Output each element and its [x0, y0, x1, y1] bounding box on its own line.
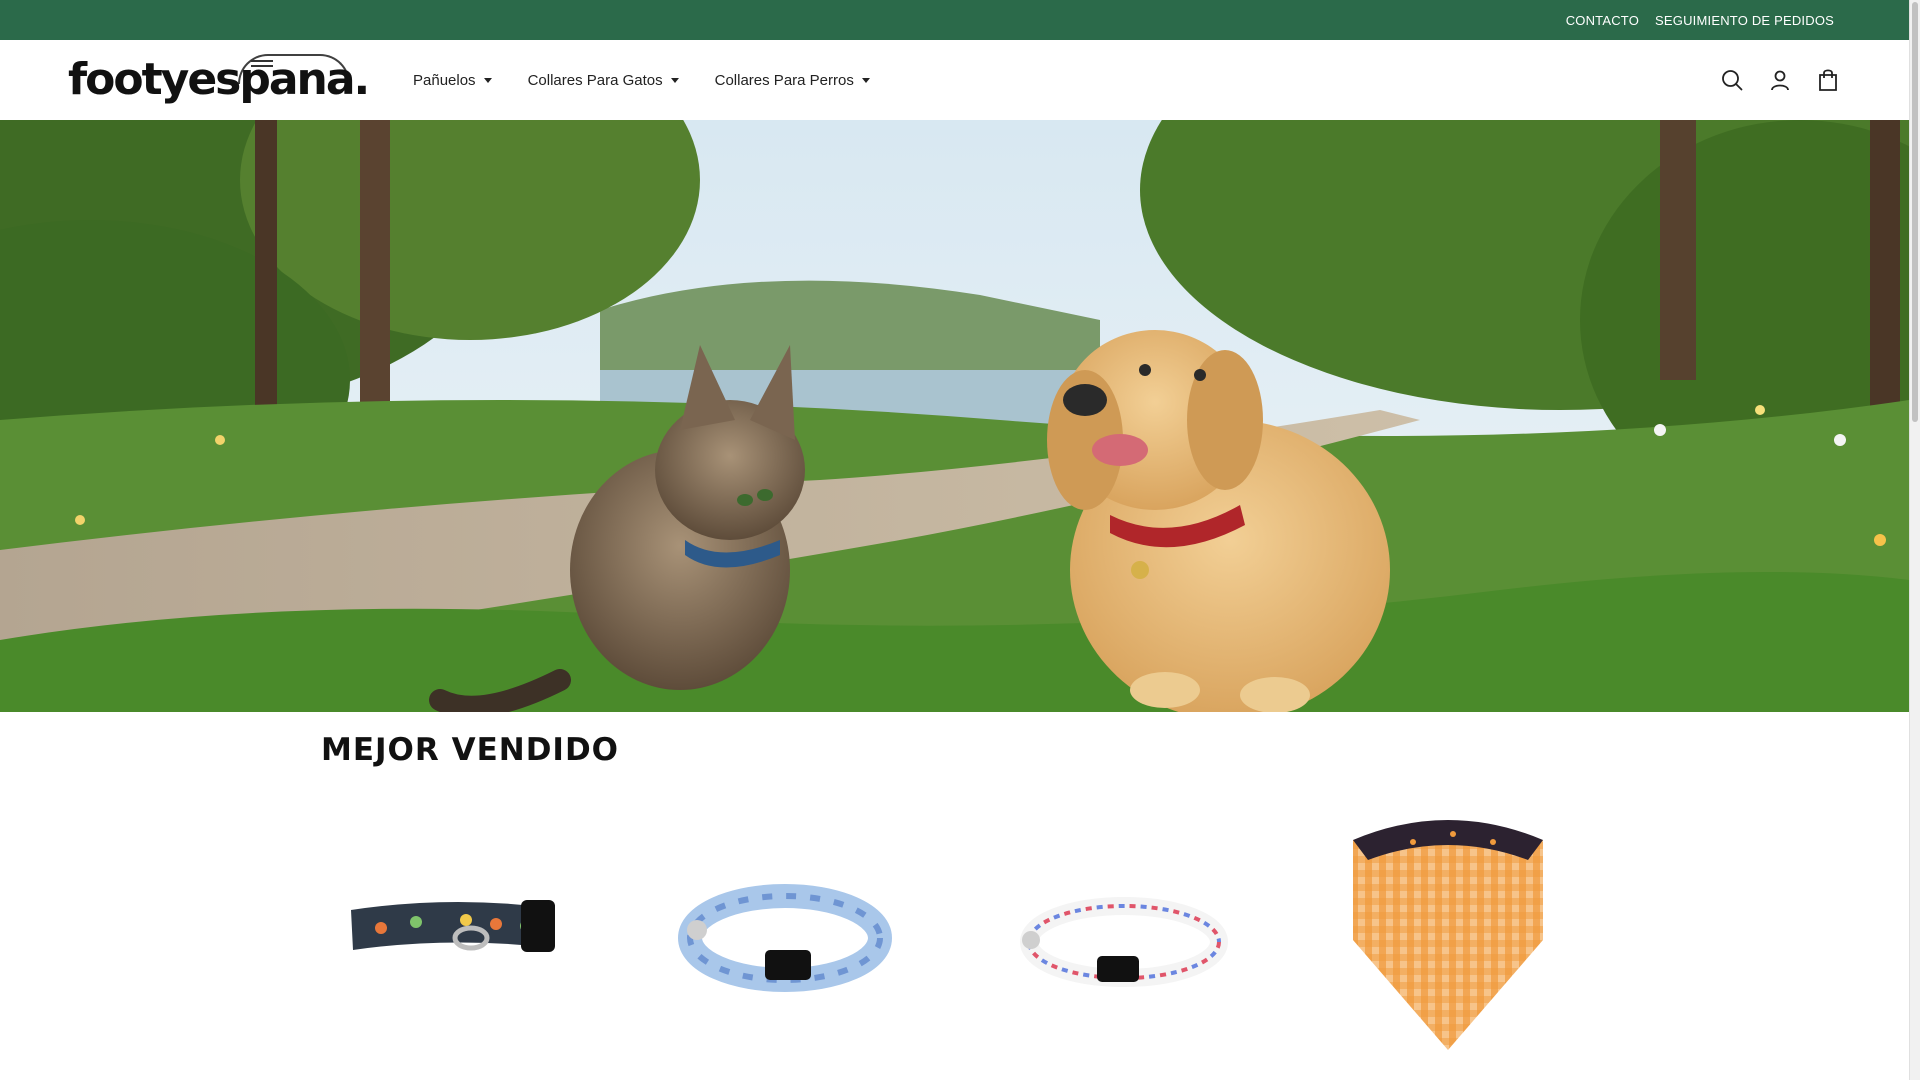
product-card[interactable] [321, 800, 581, 1080]
nav-item-label: Pañuelos [413, 71, 476, 89]
nav-item-collares-perros[interactable]: Collares Para Perros [715, 72, 870, 89]
contact-link[interactable]: CONTACTO [1566, 13, 1639, 28]
product-image-blue-cat-collar [678, 884, 892, 992]
hero-image [0, 120, 1909, 712]
caret-down-icon [861, 77, 870, 83]
product-image-rainbow-cat-collar [1020, 897, 1228, 987]
hero-banner[interactable] [0, 120, 1909, 712]
page-scrollbar[interactable] [1909, 0, 1920, 1080]
order-tracking-link[interactable]: SEGUIMIENTO DE PEDIDOS [1655, 13, 1834, 28]
logo-lines [251, 60, 273, 70]
scrollbar-thumb[interactable] [1912, 2, 1918, 422]
header-icons [1719, 40, 1841, 120]
product-image-orange-bandana [1353, 820, 1543, 1050]
product-image-dinosaur-collar [351, 900, 555, 952]
product-grid [321, 800, 1603, 1080]
site-header: footyespana. Pañuelos Collares Para Gato… [0, 40, 1909, 120]
announcement-bar: CONTACTO SEGUIMIENTO DE PEDIDOS [0, 0, 1909, 40]
product-card[interactable] [655, 800, 915, 1080]
nav-item-label: Collares Para Gatos [527, 71, 663, 89]
nav-item-collares-gatos[interactable]: Collares Para Gatos [528, 72, 679, 89]
nav-item-label: Collares Para Perros [714, 71, 854, 89]
caret-down-icon [670, 77, 679, 83]
logo[interactable]: footyespana. [68, 48, 370, 110]
nav-item-panuelos[interactable]: Pañuelos [413, 72, 492, 89]
account-icon[interactable] [1767, 67, 1793, 93]
search-icon[interactable] [1719, 67, 1745, 93]
product-card[interactable] [989, 800, 1249, 1080]
bestsellers-title: MEJOR VENDIDO [321, 732, 620, 768]
caret-down-icon [483, 77, 492, 83]
cart-icon[interactable] [1815, 67, 1841, 93]
product-card[interactable] [1323, 800, 1583, 1080]
main-nav: Pañuelos Collares Para Gatos Collares Pa… [413, 40, 870, 120]
